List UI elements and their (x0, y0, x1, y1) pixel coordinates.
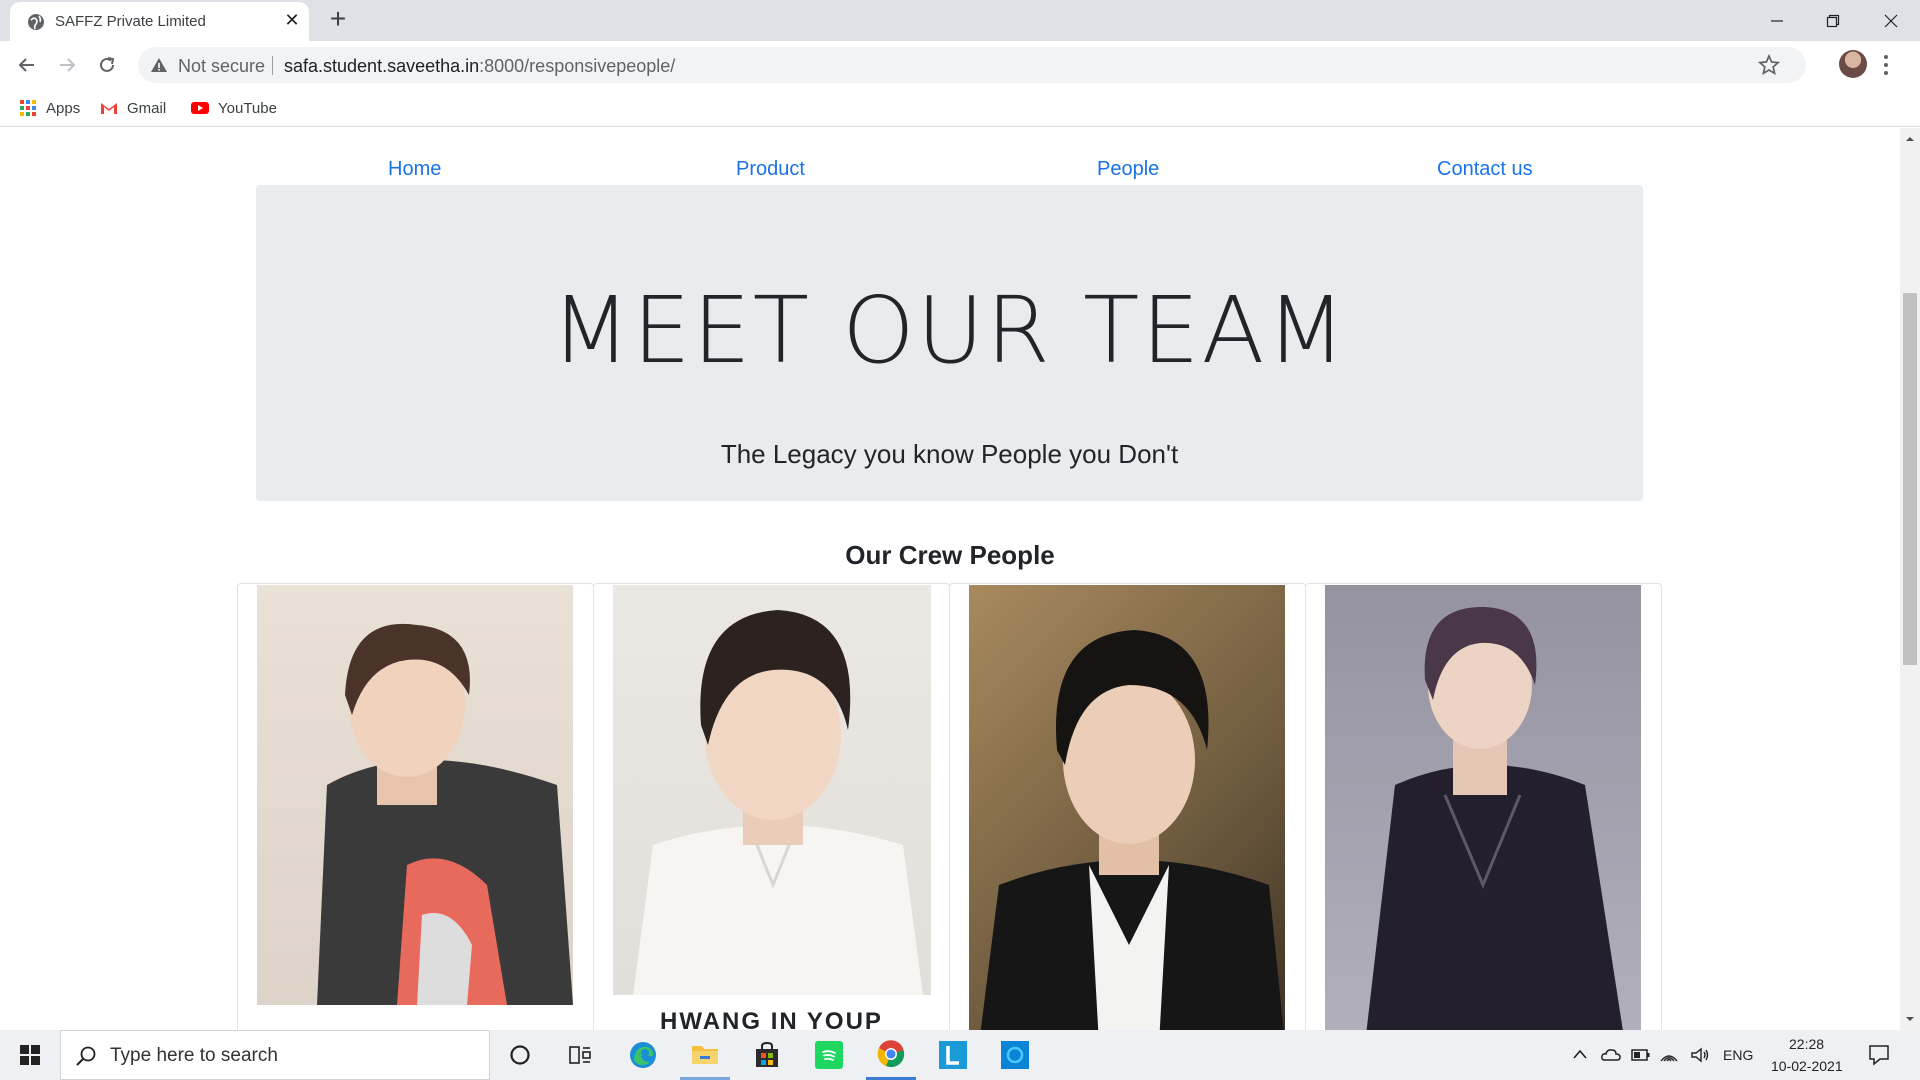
bookmark-apps[interactable]: Apps (19, 98, 80, 118)
bookmark-youtube[interactable]: YouTube (191, 98, 277, 118)
cortana-button[interactable] (496, 1030, 544, 1080)
cortana-app-icon (1001, 1041, 1029, 1069)
bookmark-gmail[interactable]: Gmail (100, 98, 166, 118)
person-1-photo (257, 585, 573, 1005)
scroll-down-arrow-icon[interactable] (1905, 1014, 1915, 1024)
spotify-app[interactable] (804, 1030, 854, 1080)
globe-icon (28, 14, 44, 30)
address-bar[interactable]: Not secure safa.student.saveetha.in:8000… (138, 47, 1806, 83)
nav-link-home[interactable]: Home (388, 158, 441, 181)
portrait-illustration (980, 630, 1284, 1030)
section-title-text: Our Crew People (845, 540, 1055, 570)
battery-icon[interactable] (1631, 1048, 1651, 1062)
team-card: HWANG IN YOUP (593, 583, 950, 1030)
cortana-circle-icon (510, 1045, 530, 1065)
portrait-illustration (317, 623, 573, 1005)
windows-taskbar: Type here to search ENG 22:28 10-02-2021 (0, 1030, 1920, 1080)
store-bag-icon (756, 1042, 778, 1067)
start-button[interactable] (0, 1030, 60, 1080)
youtube-icon (191, 102, 209, 114)
back-button[interactable] (12, 51, 42, 79)
url-path: :8000/responsivepeople/ (479, 56, 676, 76)
forward-arrow-icon (60, 58, 76, 72)
tab-title: SAFFZ Private Limited (55, 13, 206, 30)
input-language[interactable]: ENG (1723, 1047, 1753, 1063)
person-2-name: HWANG IN YOUP (660, 1008, 883, 1030)
chrome-icon (877, 1039, 905, 1067)
notifications-icon[interactable] (1868, 1044, 1890, 1066)
page-scrollbar[interactable] (1900, 128, 1920, 1030)
more-menu-icon[interactable] (1882, 54, 1890, 76)
omnibox-separator (272, 56, 273, 75)
hero-title: MEET OUR TEAM (551, 277, 1348, 384)
wifi-icon[interactable] (1659, 1046, 1679, 1064)
browser-toolbar: Not secure safa.student.saveetha.in:8000… (0, 41, 1920, 89)
person-3-photo (969, 585, 1285, 1030)
task-view-icon (569, 1046, 591, 1064)
windows-logo-icon (20, 1045, 40, 1065)
page-viewport: Home Product People Contact us MEET OUR … (0, 128, 1900, 1030)
team-card (1305, 583, 1662, 1030)
bookmark-label: Gmail (127, 99, 167, 117)
nav-link-product[interactable]: Product (736, 158, 805, 181)
forward-button[interactable] (52, 51, 82, 79)
minimize-button[interactable] (1748, 0, 1806, 41)
bookmark-label: YouTube (218, 99, 277, 117)
browser-tab-strip: SAFFZ Private Limited ✕ + (0, 0, 1920, 41)
clock-date[interactable]: 10-02-2021 (1771, 1058, 1843, 1074)
security-status[interactable]: Not secure (178, 56, 265, 77)
l-app[interactable] (928, 1030, 978, 1080)
profile-avatar[interactable] (1839, 50, 1867, 78)
reload-button[interactable] (92, 51, 122, 79)
onedrive-cloud-icon[interactable] (1601, 1047, 1621, 1063)
gmail-icon (101, 103, 117, 114)
section-title: Our Crew People (0, 540, 1900, 571)
back-arrow-icon (18, 58, 34, 72)
search-placeholder: Type here to search (110, 1045, 278, 1066)
portrait-illustration (1366, 606, 1623, 1030)
cortana-app[interactable] (990, 1030, 1040, 1080)
scroll-up-arrow-icon[interactable] (1905, 134, 1915, 144)
person-4-photo (1325, 585, 1641, 1030)
chrome-app[interactable] (866, 1030, 916, 1080)
hero-subtitle: The Legacy you know People you Don't (720, 439, 1179, 469)
restore-icon (1826, 14, 1840, 27)
edge-app[interactable] (618, 1030, 668, 1080)
taskbar-search-box[interactable]: Type here to search (60, 1030, 490, 1080)
nav-link-people[interactable]: People (1097, 158, 1159, 181)
close-window-button[interactable] (1862, 0, 1920, 41)
team-card (949, 583, 1306, 1030)
team-card (237, 583, 594, 1030)
url-text[interactable]: safa.student.saveetha.in:8000/responsive… (284, 56, 675, 77)
bookmark-label: Apps (46, 99, 81, 117)
restore-button[interactable] (1804, 0, 1862, 41)
close-icon (1884, 14, 1898, 27)
edge-browser-icon (630, 1042, 656, 1068)
hero-banner: MEET OUR TEAM The Legacy you know People… (256, 185, 1643, 501)
minimize-icon (1771, 19, 1783, 22)
scrollbar-thumb[interactable] (1903, 293, 1917, 665)
l-app-icon (939, 1041, 967, 1069)
url-host: safa.student.saveetha.in (284, 56, 480, 76)
file-explorer-app[interactable] (680, 1030, 730, 1080)
browser-tab[interactable]: SAFFZ Private Limited ✕ (10, 2, 309, 41)
person-2-photo (613, 585, 931, 995)
reload-icon (100, 57, 115, 72)
task-view-button[interactable] (556, 1030, 604, 1080)
tab-close-icon[interactable]: ✕ (282, 10, 302, 30)
clock-time[interactable]: 22:28 (1789, 1036, 1824, 1052)
show-hidden-icons-chevron-icon[interactable] (1572, 1048, 1588, 1060)
warning-triangle-icon (151, 58, 167, 72)
new-tab-button[interactable]: + (325, 5, 351, 33)
folder-icon (692, 1045, 718, 1064)
volume-icon[interactable] (1690, 1046, 1710, 1064)
search-icon (76, 1046, 96, 1066)
microsoft-store-app[interactable] (742, 1030, 792, 1080)
spotify-icon (815, 1041, 843, 1069)
bookmarks-bar: Apps Gmail YouTube (0, 89, 1920, 127)
nav-link-contact-us[interactable]: Contact us (1437, 158, 1533, 181)
apps-grid-icon (20, 100, 36, 116)
portrait-illustration (633, 610, 923, 995)
bookmark-star-icon[interactable] (1758, 54, 1780, 76)
